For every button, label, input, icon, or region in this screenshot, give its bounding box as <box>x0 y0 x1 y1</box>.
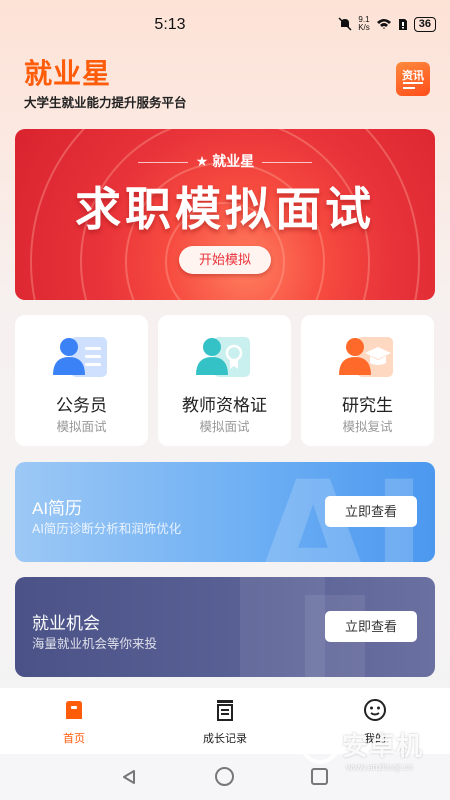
user-list-icon <box>53 337 107 377</box>
feature-title: AI简历 <box>32 499 83 518</box>
card-title: 研究生 <box>342 396 393 415</box>
tab-growth-record[interactable]: 成长记录 <box>185 698 265 746</box>
view-now-button[interactable]: 立即查看 <box>325 496 417 527</box>
home-icon <box>66 701 82 719</box>
card-title: 公务员 <box>56 396 107 415</box>
network-speed: 9.1 K/s <box>358 16 370 32</box>
home-circle-icon[interactable] <box>215 767 234 786</box>
wifi-icon <box>376 19 391 29</box>
news-label: 资讯 <box>402 70 424 82</box>
status-bar: 5:13 9.1 K/s 36 <box>0 0 450 52</box>
news-button[interactable]: 资讯 <box>396 62 430 96</box>
card-subtitle: 模拟面试 <box>56 420 107 434</box>
app-title: 就业星 <box>24 58 112 89</box>
banner-tag: ★ 就业星 <box>15 151 435 171</box>
tab-label: 首页 <box>63 733 85 745</box>
watermark-url: www.anzhuoji.cn <box>346 762 414 772</box>
job-opportunities-banner[interactable]: 就业机会 海量就业机会等你来投 立即查看 <box>15 577 435 677</box>
card-civil-servant[interactable]: 公务员 模拟面试 <box>15 315 148 446</box>
star-icon: ★ <box>195 153 213 169</box>
app-subtitle: 大学生就业能力提升服务平台 <box>24 96 187 110</box>
feature-subtitle: 海量就业机会等你来投 <box>32 637 158 651</box>
sim-icon <box>398 18 407 30</box>
card-subtitle: 模拟复试 <box>342 420 393 434</box>
record-icon <box>217 700 233 721</box>
banner-title: 求职模拟面试 <box>75 183 375 235</box>
status-time: 5:13 <box>154 16 186 33</box>
feature-subtitle: AI简历诊断分析和润饰优化 <box>32 522 182 536</box>
card-teacher-certificate[interactable]: 教师资格证 模拟面试 <box>158 315 291 446</box>
smile-face-icon <box>364 699 386 721</box>
net-speed-unit: K/s <box>358 23 370 32</box>
certificate-icon <box>196 337 250 377</box>
mock-interview-banner[interactable]: ★ 就业星 求职模拟面试 开始模拟 <box>15 129 435 300</box>
tab-label: 成长记录 <box>203 733 247 745</box>
status-icons: 9.1 K/s 36 <box>338 16 436 32</box>
card-subtitle: 模拟面试 <box>199 420 250 434</box>
news-lines-icon <box>403 82 423 90</box>
view-now-button[interactable]: 立即查看 <box>325 611 417 642</box>
graduation-cap-icon <box>339 337 393 377</box>
back-icon[interactable] <box>121 769 137 785</box>
ai-resume-banner[interactable]: AI AI简历 AI简历诊断分析和润饰优化 立即查看 <box>15 462 435 562</box>
card-graduate[interactable]: 研究生 模拟复试 <box>301 315 434 446</box>
card-title: 教师资格证 <box>182 396 267 415</box>
watermark: 安卓机 www.anzhuoji.cn <box>300 720 450 786</box>
watermark-text: 安卓机 <box>342 731 424 761</box>
feature-title: 就业机会 <box>32 614 100 633</box>
battery-indicator: 36 <box>413 16 436 32</box>
start-simulation-button[interactable]: 开始模拟 <box>179 246 271 274</box>
mute-bell-icon <box>338 17 352 31</box>
tab-home[interactable]: 首页 <box>34 698 114 746</box>
banner-tag-text: 就业星 <box>212 153 255 169</box>
watermark-logo-icon <box>300 724 340 764</box>
